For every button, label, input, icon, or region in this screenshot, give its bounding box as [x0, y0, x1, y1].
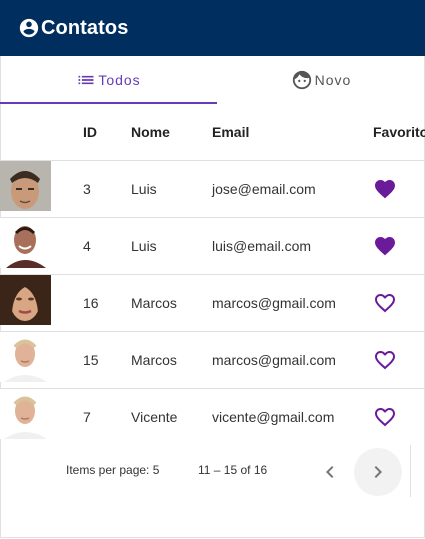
heart-outline-icon [373, 291, 397, 315]
favorite-toggle[interactable] [373, 389, 397, 445]
cell-nome: Luis [131, 181, 157, 197]
header-nome[interactable]: Nome [131, 104, 170, 160]
cell-email: vicente@gmail.com [212, 409, 335, 425]
tab-novo[interactable]: Novo [217, 56, 425, 104]
table-header-row: ID Nome Email Favorito [0, 104, 425, 161]
heart-outline-icon [373, 405, 397, 429]
tab-todos-label: Todos [98, 72, 141, 88]
cell-nome: Vicente [131, 409, 178, 425]
cell-nome: Marcos [131, 352, 177, 368]
app-title: Contatos [41, 16, 129, 39]
favorite-toggle[interactable] [373, 218, 397, 274]
paginator-divider [410, 445, 411, 497]
heart-filled-icon [373, 177, 397, 201]
contacts-table: ID Nome Email Favorito 3 Luis jose@email… [0, 104, 425, 445]
avatar [0, 275, 51, 325]
avatar [0, 389, 51, 439]
page-range-label: 11 – 15 of 16 [198, 463, 268, 477]
list-icon [76, 70, 96, 90]
table-row[interactable]: 4 Luis luis@email.com [0, 218, 425, 275]
cell-id: 15 [83, 352, 99, 368]
heart-filled-icon [373, 234, 397, 258]
cell-id: 4 [83, 238, 91, 254]
previous-page-button[interactable] [306, 448, 354, 496]
header-favorito[interactable]: Favorito [373, 104, 425, 160]
account-circle-icon [18, 17, 40, 39]
header-id[interactable]: ID [83, 104, 97, 160]
favorite-toggle[interactable] [373, 275, 397, 331]
items-per-page-label[interactable]: Items per page: 5 [66, 463, 159, 477]
favorite-toggle[interactable] [373, 161, 397, 217]
next-page-button[interactable] [354, 448, 402, 496]
paginator: Items per page: 5 11 – 15 of 16 [0, 443, 425, 501]
tab-novo-label: Novo [314, 72, 352, 88]
cell-id: 7 [83, 409, 91, 425]
face-icon [291, 69, 313, 91]
avatar [0, 332, 51, 382]
favorite-toggle[interactable] [373, 332, 397, 388]
table-row[interactable]: 16 Marcos marcos@gmail.com [0, 275, 425, 332]
cell-email: marcos@gmail.com [212, 352, 336, 368]
cell-id: 3 [83, 181, 91, 197]
table-row[interactable]: 3 Luis jose@email.com [0, 161, 425, 218]
cell-email: luis@email.com [212, 238, 312, 254]
app-toolbar: Contatos [0, 0, 425, 56]
chevron-right-icon [366, 460, 390, 484]
cell-email: jose@email.com [212, 181, 316, 197]
table-row[interactable]: 15 Marcos marcos@gmail.com [0, 332, 425, 389]
cell-nome: Marcos [131, 295, 177, 311]
header-email[interactable]: Email [212, 104, 249, 160]
cell-id: 16 [83, 295, 99, 311]
chevron-left-icon [318, 460, 342, 484]
tab-todos[interactable]: Todos [0, 56, 217, 104]
avatar [0, 218, 51, 268]
cell-email: marcos@gmail.com [212, 295, 336, 311]
avatar [0, 161, 51, 211]
tab-bar: Todos Novo [0, 56, 425, 104]
table-row[interactable]: 7 Vicente vicente@gmail.com [0, 389, 425, 445]
heart-outline-icon [373, 348, 397, 372]
cell-nome: Luis [131, 238, 157, 254]
